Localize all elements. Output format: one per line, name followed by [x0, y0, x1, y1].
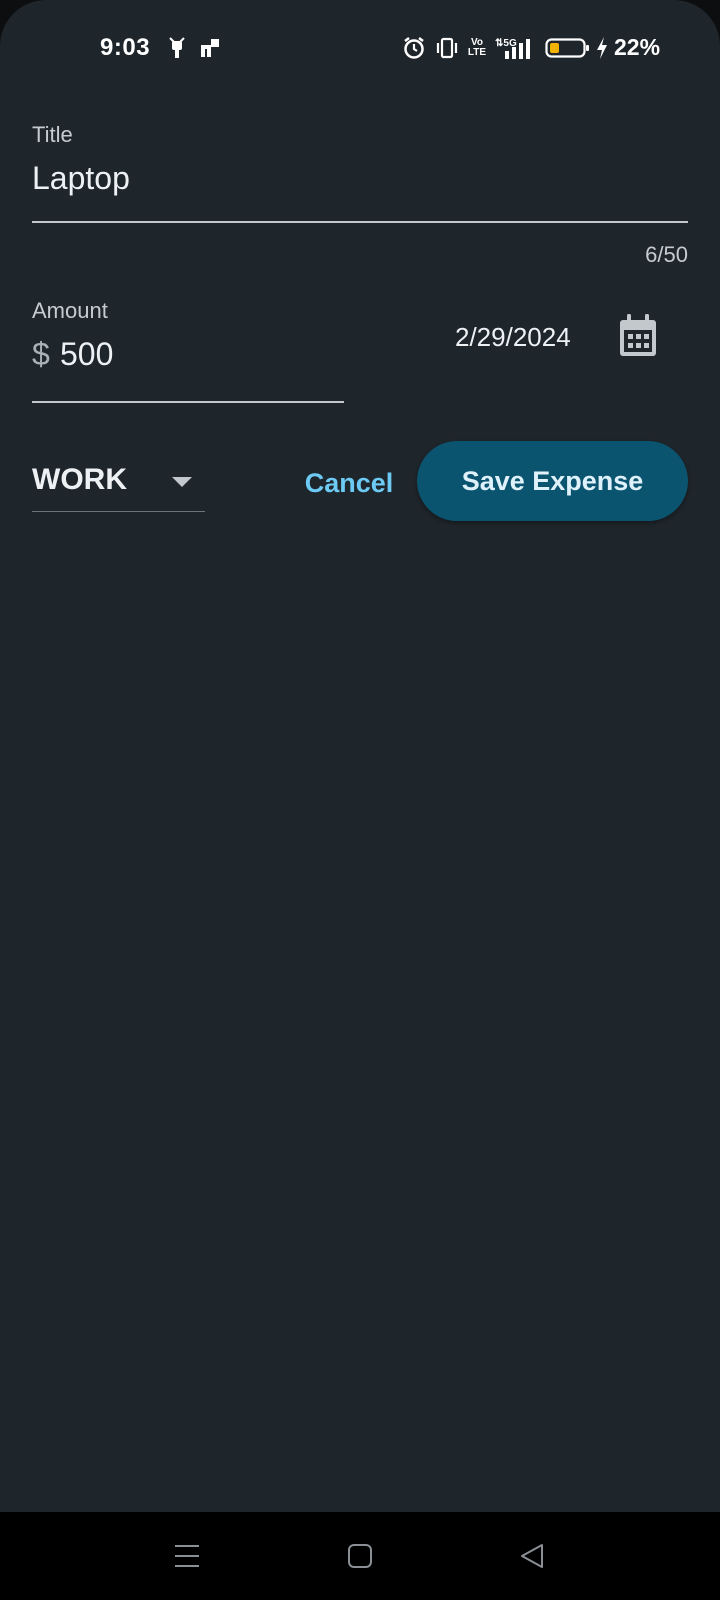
app-screen: 9:03 Vo LTE ⇅5G 22% Title Laptop 6/50 Am… — [0, 0, 720, 1512]
calendar-icon[interactable] — [618, 314, 662, 360]
vibrate-icon — [434, 34, 460, 62]
dropdown-arrow-icon — [170, 475, 194, 494]
amount-underline — [32, 401, 344, 403]
back-icon[interactable] — [508, 1534, 556, 1578]
charging-icon — [594, 34, 610, 62]
status-bar: 9:03 Vo LTE ⇅5G 22% — [0, 0, 720, 96]
category-dropdown[interactable]: WORK — [32, 455, 205, 513]
title-label: Title — [32, 122, 73, 147]
title-input[interactable]: Laptop — [32, 160, 130, 197]
category-underline — [32, 511, 205, 512]
notification-app-icon-2 — [198, 34, 222, 62]
currency-prefix: $ — [32, 336, 50, 372]
navigation-bar — [0, 1512, 720, 1600]
title-char-counter: 6/50 — [645, 242, 688, 267]
selected-date: 2/29/2024 — [455, 322, 571, 352]
menu-icon[interactable] — [163, 1534, 211, 1578]
status-time: 9:03 — [100, 34, 151, 61]
title-underline — [32, 221, 688, 223]
home-icon[interactable] — [336, 1534, 384, 1578]
cancel-button[interactable]: Cancel — [296, 458, 402, 508]
battery-percent: 22% — [614, 34, 661, 60]
5g-signal-icon: ⇅5G — [493, 34, 533, 62]
notification-app-icon — [166, 34, 188, 62]
volte-icon: Vo LTE — [467, 37, 487, 58]
amount-label: Amount — [32, 298, 108, 323]
save-expense-button[interactable]: Save Expense — [417, 441, 688, 521]
amount-input[interactable]: 500 — [60, 336, 113, 373]
alarm-icon — [401, 34, 427, 62]
battery-icon — [545, 34, 591, 62]
category-value: WORK — [32, 463, 127, 496]
